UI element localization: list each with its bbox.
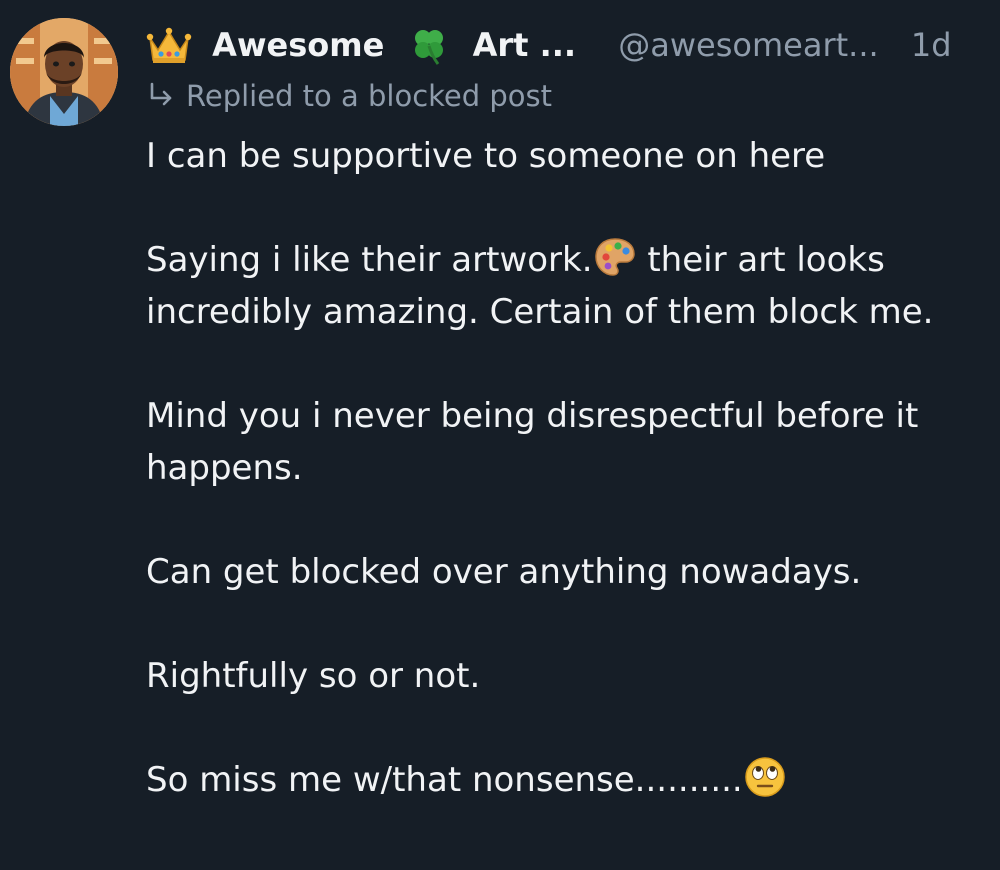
post-paragraph: Saying i like their artwork. their art l… <box>146 234 1000 338</box>
post-timestamp[interactable]: 1d <box>911 26 952 64</box>
post-text: I can be supportive to someone on here S… <box>146 130 1000 858</box>
reply-context[interactable]: Replied to a blocked post <box>146 74 552 118</box>
post-text-segment: Saying i like their artwork. <box>146 240 593 280</box>
post-paragraph: Rightfully so or not. <box>146 656 481 696</box>
post-text-segment: So miss me w/that nonsense.......... <box>146 760 743 800</box>
artist-palette-icon <box>593 235 637 279</box>
post-paragraph: Mind you i never being disrespectful bef… <box>146 396 919 488</box>
rolling-eyes-icon <box>743 755 787 799</box>
post-paragraph: So miss me w/that nonsense.......... <box>146 754 1000 806</box>
post-paragraph: I can be supportive to someone on here <box>146 136 826 176</box>
author-handle[interactable]: @awesomeart... <box>618 26 878 64</box>
author-name[interactable]: Awesome <box>212 26 384 64</box>
crown-icon <box>146 24 192 66</box>
avatar-person-icon <box>10 18 118 126</box>
reply-arrow-icon <box>146 80 176 110</box>
post-header: Awesome Art ... @awesomeart... 1d <box>146 20 1000 66</box>
avatar[interactable] <box>10 18 118 126</box>
clover-icon <box>408 24 450 66</box>
author-name-suffix[interactable]: Art ... <box>473 26 576 64</box>
reply-context-label: Replied to a blocked post <box>186 79 553 113</box>
post-paragraph: Can get blocked over anything nowadays. <box>146 552 862 592</box>
